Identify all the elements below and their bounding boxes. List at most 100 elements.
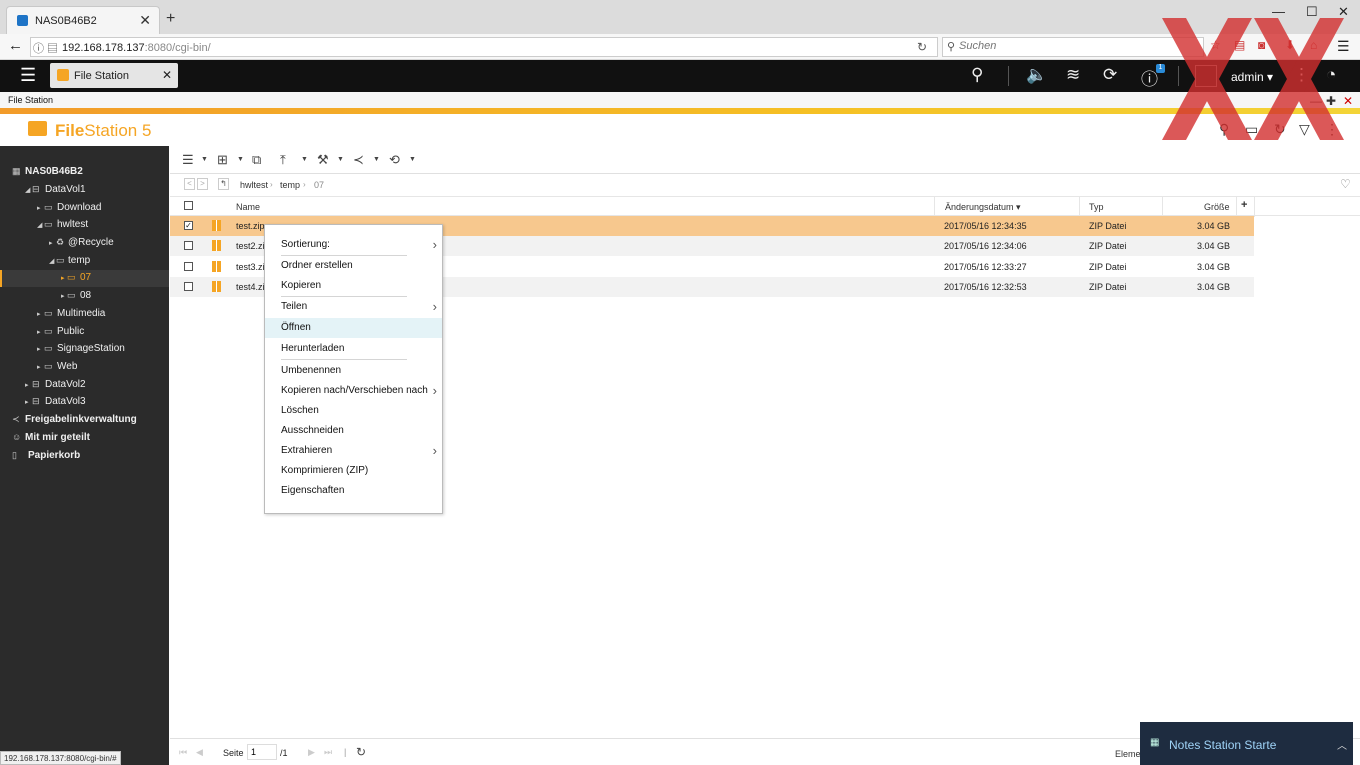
menu-item-cut[interactable]: Ausschneiden (265, 421, 442, 441)
last-page-icon[interactable]: ⏭ (324, 747, 332, 758)
menu-item-properties[interactable]: Eigenschaften (265, 481, 442, 501)
expand-arrow-icon[interactable]: ▸ (37, 328, 41, 336)
minimize-window-icon[interactable]: — (1272, 4, 1285, 19)
search-icon[interactable]: ⚲ (971, 65, 983, 85)
expand-arrow-icon[interactable]: ▸ (49, 239, 53, 247)
breadcrumb-item[interactable]: temp (280, 180, 300, 190)
sidebar-item-recycle-bin[interactable]: ▯ Papierkorb (0, 448, 169, 465)
upload-icon[interactable]: ⤒ (280, 152, 286, 168)
chevron-down-icon[interactable]: ▼ (301, 156, 308, 163)
refresh-list-icon[interactable]: ↻ (356, 745, 366, 759)
column-size[interactable]: Größe (1204, 202, 1230, 212)
expand-arrow-icon[interactable]: ▸ (25, 381, 29, 389)
menu-item-rename[interactable]: Umbenennen (265, 361, 442, 381)
expand-arrow-icon[interactable]: ◢ (37, 221, 42, 229)
sidebar-item-multimedia[interactable]: ▸ ▭ Multimedia (0, 306, 169, 323)
expand-arrow-icon[interactable]: ◢ (49, 257, 54, 265)
chevron-up-icon[interactable]: ︿ (1337, 737, 1347, 752)
menu-item-extract[interactable]: Extrahieren › (265, 441, 442, 461)
menu-item-delete[interactable]: Löschen (265, 401, 442, 421)
menu-item-copy-move[interactable]: Kopieren nach/Verschieben nach › (265, 381, 442, 401)
menu-item-compress[interactable]: Komprimieren (ZIP) (265, 461, 442, 481)
row-checkbox[interactable] (184, 241, 193, 250)
page-number-input[interactable] (247, 744, 277, 760)
new-folder-icon[interactable]: ⊞ (217, 152, 228, 168)
tasks-icon[interactable]: ≋ (1066, 65, 1080, 85)
column-type[interactable]: Typ (1089, 202, 1104, 212)
sidebar-item-08[interactable]: ▸ ▭ 08 (0, 288, 169, 305)
expand-arrow-icon[interactable]: ▸ (61, 274, 65, 282)
parent-folder-icon[interactable]: ↰ (218, 178, 229, 190)
sidebar-item-datavol1[interactable]: ◢ ⊟ DataVol1 (0, 182, 169, 199)
list-view-icon[interactable]: ☰ (182, 152, 194, 168)
folder-logo-icon (28, 121, 47, 136)
sidebar-item-download[interactable]: ▸ ▭ Download (0, 200, 169, 217)
expand-arrow-icon[interactable]: ◢ (25, 186, 30, 194)
sidebar-item-signagestation[interactable]: ▸ ▭ SignageStation (0, 341, 169, 358)
chevron-down-icon[interactable]: ▼ (373, 156, 380, 163)
expand-arrow-icon[interactable]: ▸ (37, 310, 41, 318)
row-checkbox[interactable] (184, 262, 193, 271)
app-tab-file-station[interactable]: File Station ✕ (50, 63, 178, 88)
select-all-checkbox[interactable] (184, 201, 193, 210)
sidebar-item-datavol2[interactable]: ▸ ⊟ DataVol2 (0, 377, 169, 394)
breadcrumb-item[interactable]: hwltest (240, 180, 268, 190)
sidebar-item-nas[interactable]: ▦ NAS0B46B2 (0, 164, 169, 181)
row-checkbox[interactable] (184, 282, 193, 291)
menu-item-sort[interactable]: Sortierung: › (265, 235, 442, 255)
menu-item-open[interactable]: Öffnen (265, 318, 442, 338)
menu-item-copy[interactable]: Kopieren (265, 276, 442, 296)
sidebar-item-shared-with-me[interactable]: ☺ Mit mir geteilt (0, 430, 169, 447)
sidebar-item-web[interactable]: ▸ ▭ Web (0, 359, 169, 376)
expand-arrow-icon[interactable]: ▸ (37, 345, 41, 353)
url-bar[interactable]: ⓘ ▤ 192.168.178.137:8080/cgi-bin/ ↻ (30, 37, 938, 57)
close-tab-icon[interactable]: ✕ (139, 12, 151, 29)
reload-icon[interactable]: ↻ (917, 40, 927, 54)
close-app-tab-icon[interactable]: ✕ (162, 68, 172, 82)
file-table-header: Name Änderungsdatum ▾ Typ Größe + (170, 196, 1360, 217)
copy-icon[interactable]: ⧉ (252, 152, 261, 168)
sidebar-item-07[interactable]: ▸ ▭ 07 (0, 270, 169, 287)
new-tab-icon[interactable]: + (166, 10, 175, 28)
volume-icon[interactable]: 🔈 (1026, 65, 1047, 85)
sidebar-item-temp[interactable]: ◢ ▭ temp (0, 253, 169, 270)
back-icon[interactable]: < (184, 178, 195, 190)
site-info-icon[interactable]: ⓘ ▤ (33, 40, 58, 56)
first-page-icon[interactable]: ⏮ (179, 747, 187, 758)
chevron-down-icon[interactable]: ▼ (201, 156, 208, 163)
menu-item-download[interactable]: Herunterladen (265, 339, 442, 359)
tools-icon[interactable]: ⚒ (317, 152, 329, 168)
chevron-down-icon[interactable]: ▼ (237, 156, 244, 163)
sidebar-item-recycle[interactable]: ▸ ♻ @Recycle (0, 235, 169, 252)
expand-arrow-icon[interactable]: ▸ (25, 398, 29, 406)
favorite-heart-icon[interactable]: ♡ (1340, 177, 1351, 191)
prev-page-icon[interactable]: ◀ (196, 747, 203, 758)
sidebar-item-public[interactable]: ▸ ▭ Public (0, 324, 169, 341)
close-app-icon[interactable]: ✕ (1343, 94, 1353, 108)
column-date[interactable]: Änderungsdatum ▾ (945, 202, 1021, 213)
app-title-bar: File Station (0, 92, 1360, 108)
expand-arrow-icon[interactable]: ▸ (37, 363, 41, 371)
chevron-down-icon[interactable]: ▼ (409, 156, 416, 163)
menu-item-create-folder[interactable]: Ordner erstellen (265, 256, 442, 276)
chevron-down-icon[interactable]: ▼ (337, 156, 344, 163)
forward-icon[interactable]: > (197, 178, 208, 190)
next-page-icon[interactable]: ▶ (308, 747, 315, 758)
menu-item-share[interactable]: Teilen › (265, 297, 442, 317)
sidebar-item-share-links[interactable]: ≺ Freigabelinkverwaltung (0, 412, 169, 429)
back-arrow-icon[interactable]: ← (8, 37, 23, 54)
sidebar-item-hwltest[interactable]: ◢ ▭ hwltest (0, 217, 169, 234)
notes-station-popup[interactable]: ▦ Notes Station Starte ︿ (1140, 722, 1353, 765)
add-column-icon[interactable]: + (1241, 199, 1247, 211)
sidebar-item-datavol3[interactable]: ▸ ⊟ DataVol3 (0, 394, 169, 411)
expand-arrow-icon[interactable]: ▸ (37, 204, 41, 212)
sync-icon[interactable]: ⟳ (1103, 65, 1117, 85)
volume-icon: ⊟ (32, 396, 40, 406)
expand-arrow-icon[interactable]: ▸ (61, 292, 65, 300)
browser-tab[interactable]: NAS0B46B2 ✕ (6, 6, 160, 34)
row-checkbox[interactable]: ✓ (184, 221, 193, 230)
share-icon[interactable]: ≺ (353, 152, 364, 168)
remote-mount-icon[interactable]: ⟲ (389, 152, 400, 168)
main-menu-icon[interactable]: ☰ (20, 65, 36, 86)
column-name[interactable]: Name (236, 202, 260, 212)
